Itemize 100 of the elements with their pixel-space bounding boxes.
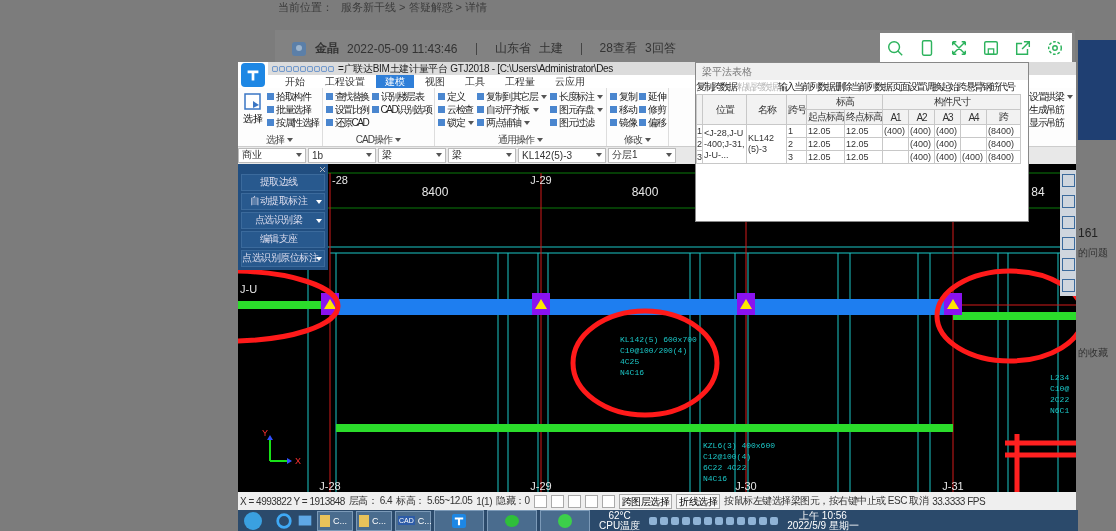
view-count: 28查看 (599, 40, 637, 57)
start-button[interactable] (244, 511, 262, 530)
ribbon-tab[interactable]: 工程量 (496, 75, 544, 88)
browser-button[interactable] (540, 509, 590, 531)
view-tool-icon[interactable] (1061, 194, 1075, 208)
ribbon-button[interactable]: 拾取构件 (267, 90, 319, 103)
ribbon-button[interactable]: 云检查 (438, 103, 475, 116)
post-time: 2022-05-09 11:43:46 (347, 41, 458, 56)
caret-icon[interactable] (537, 137, 544, 142)
ribbon-button[interactable]: 偏移 (639, 116, 666, 129)
status-button[interactable]: 跨图层选择 (618, 493, 673, 509)
ribbon-button[interactable]: 自动平齐板 (477, 103, 548, 116)
save-icon (982, 39, 1000, 57)
table-cell: (400) (910, 139, 931, 149)
ribbon-tab[interactable]: 工程设置 (316, 75, 374, 88)
fullscreen-icon (950, 39, 968, 57)
dropdown-field[interactable]: 梁 (448, 147, 516, 163)
dropdown-field[interactable]: 商业 (238, 147, 306, 163)
view-tool-icon[interactable] (1061, 215, 1075, 229)
beam-annotation: KZL6(3) 400x600 (703, 440, 775, 450)
ribbon-button[interactable]: 定义 (438, 90, 475, 103)
axis-label: J-29 (530, 479, 552, 492)
table-tool-button[interactable]: 调换起始跨 (925, 80, 966, 94)
view-tool-icon[interactable] (1061, 236, 1075, 250)
dropdown-field[interactable]: 1b (308, 147, 376, 163)
taskbar-window[interactable]: C... (356, 510, 392, 531)
close-icon[interactable] (320, 166, 325, 172)
table-tool-button[interactable]: 页面设置 (892, 80, 925, 94)
dimension-label: 84 (1031, 184, 1045, 199)
status-button[interactable]: 折线选择 (676, 493, 721, 509)
ribbon-tab[interactable]: 视图 (416, 75, 454, 88)
axis-label: J-29 (530, 173, 552, 186)
beam-annotation: C12@100(4) (703, 451, 751, 461)
group-label: 修改 (624, 133, 643, 146)
ribbon-button[interactable]: 批量选择 (267, 103, 319, 116)
ribbon-button[interactable]: 修剪 (639, 103, 666, 116)
snap-icon[interactable] (584, 494, 598, 508)
table-tool-button[interactable]: 输入当前列数据 (778, 80, 835, 94)
app-button[interactable] (434, 509, 484, 531)
ribbon-button[interactable]: 长度标注 (550, 90, 604, 103)
ribbon-button[interactable]: 按属性选择 (267, 116, 319, 129)
select-button[interactable]: 选择 (241, 90, 265, 134)
snap-icon[interactable] (567, 494, 581, 508)
ribbon-button[interactable]: 查找替换 (325, 90, 369, 103)
ribbon-tab[interactable]: 云应用 (546, 75, 594, 88)
ribbon-tab[interactable]: 工具 (456, 75, 494, 88)
table-cell: (400) (936, 126, 957, 136)
snap-icon[interactable] (550, 494, 564, 508)
view-tool-icon[interactable] (1061, 173, 1075, 187)
ribbon-button[interactable]: 延伸 (639, 90, 666, 103)
chat-button[interactable] (487, 509, 537, 531)
support-marker (737, 292, 755, 315)
table-tool-button[interactable]: 删除当前列数据 (835, 80, 892, 94)
beam-annotation: 6C22 4C22 (703, 462, 747, 472)
axis-letter: X (295, 455, 301, 466)
ribbon-button[interactable]: 两点辅轴 (477, 116, 548, 129)
panel-button[interactable]: 点选识别原位标注 (241, 249, 325, 267)
caret-icon[interactable] (287, 137, 294, 142)
dropdown-field[interactable]: KL142(5)-3 (518, 147, 606, 163)
panel-button[interactable]: 自动提取标注 (241, 192, 325, 210)
clock[interactable]: 上午 10:56 2022/5/9 星期一 (787, 510, 859, 531)
app-logo-icon (452, 513, 466, 528)
ribbon-button[interactable]: 设置比例 (325, 103, 369, 116)
taskbar-window[interactable]: C... (317, 510, 353, 531)
panel-button[interactable]: 编辑支座 (241, 230, 325, 248)
ribbon-button[interactable]: 图元存盘 (550, 103, 604, 116)
ribbon-button[interactable]: 移动 (610, 103, 637, 116)
snap-icon[interactable] (533, 494, 547, 508)
app-logo-icon[interactable] (241, 63, 265, 87)
table-cell: (400) (910, 126, 931, 136)
axis-letter: Y (262, 427, 268, 438)
caret-icon[interactable] (645, 137, 652, 142)
group-label: 选择 (266, 133, 285, 146)
table-tool-button[interactable]: 悬臂钢筋代号 (966, 80, 1015, 94)
ribbon-tab[interactable]: 开始 (276, 75, 314, 88)
ribbon-button[interactable]: 复制 (610, 90, 637, 103)
column-header: 构件尺寸 (882, 94, 1021, 110)
table-tool-button[interactable]: 复制跨数据 (696, 80, 737, 94)
view-tool-icon[interactable] (1061, 278, 1075, 292)
view-tool-icon[interactable] (1061, 257, 1075, 271)
panel-button[interactable]: 点选识别梁 (241, 211, 325, 229)
caret-icon[interactable] (394, 137, 401, 142)
ribbon-button[interactable]: 还原CAD (325, 116, 369, 129)
table-cell: (400) (910, 152, 931, 162)
caret-icon (666, 153, 672, 158)
ribbon-button[interactable]: 镜像 (610, 116, 637, 129)
dropdown-field[interactable]: 分层1 (608, 147, 676, 163)
browser-icon (558, 513, 572, 528)
beam-annotation: 4C25 (620, 356, 640, 366)
snap-icon[interactable] (601, 494, 615, 508)
dropdown-field[interactable]: 梁 (378, 147, 446, 163)
cpu-temperature[interactable]: 62°C CPU温度 (599, 510, 641, 531)
ribbon-tab[interactable]: 建模 (376, 75, 414, 88)
browser-icon[interactable] (275, 511, 293, 530)
ribbon-button[interactable]: 识别楼层表 (371, 90, 432, 103)
cad-canvas[interactable]: 提取边线 自动提取标注 点选识别梁 编辑支座 点选识别原位标注 -28 J-29 8400 8400 84 J-28 J-29 J-30 J-31 J-U KL142(5) 600x700 C10@100/200(4) 4C25 N4C16 KZL6(3) 400x600 C12@100(4) 6C22 4C22 N4C16 L234 C10@ 2C22 N6C1 Y X (238, 163, 1076, 493)
ribbon-button[interactable]: CAD识别选项 (371, 103, 432, 116)
ribbon-button[interactable]: 图元过滤 (550, 116, 604, 129)
panel-button[interactable]: 提取边线 (241, 173, 325, 191)
settings-icon (1046, 39, 1064, 57)
